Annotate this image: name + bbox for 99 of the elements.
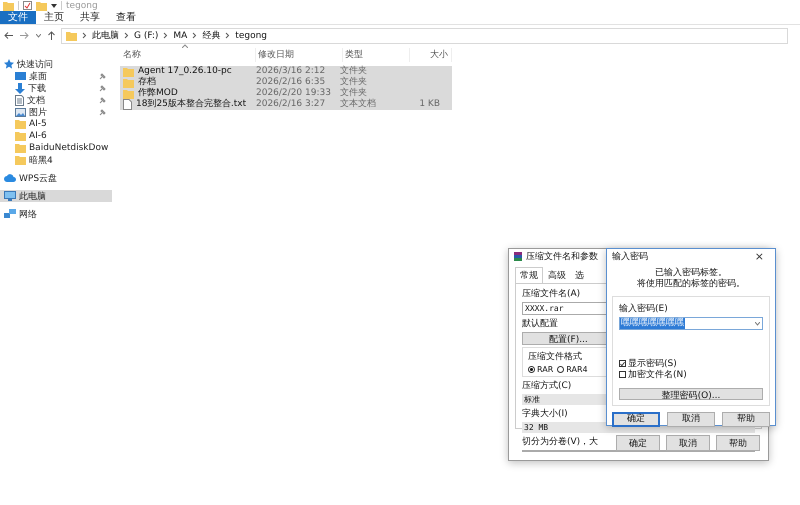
caret-icon[interactable]: [36, 34, 41, 38]
ribbon-tab[interactable]: 文件: [0, 11, 36, 24]
forward-arrow-icon[interactable]: [20, 32, 29, 39]
file-type: 文件夹: [340, 88, 368, 98]
star-icon: [4, 59, 14, 69]
dialog-title: 压缩文件名和参数: [526, 250, 598, 263]
format-radio[interactable]: RAR: [528, 365, 554, 374]
dialog-button[interactable]: 确定: [612, 412, 660, 427]
sidebar-item[interactable]: 图片: [0, 106, 112, 118]
dropdown-icon[interactable]: [51, 4, 57, 8]
dialog-button[interactable]: 取消: [666, 435, 710, 451]
dialog-button[interactable]: 帮助: [722, 412, 770, 427]
file-type: 文件夹: [340, 77, 368, 88]
chevron-right-icon: [82, 32, 87, 39]
chevron-right-icon: [124, 32, 129, 39]
sidebar-item[interactable]: 网络: [0, 208, 112, 220]
window-title: tegong: [66, 0, 98, 10]
checklist-icon[interactable]: [23, 1, 32, 10]
option-checkbox[interactable]: 显示密码(S): [619, 358, 763, 369]
group-label: 压缩文件格式: [528, 350, 582, 363]
folder-icon: [66, 30, 77, 40]
file-name: Agent 17_0.26.10-pc: [138, 66, 232, 76]
file-row[interactable]: 18到25版本整合完整合.txt 2026/2/16 3:27 文本文档 1 KB: [120, 99, 452, 110]
chevron-right-icon: [163, 32, 168, 39]
sidebar-item[interactable]: 下载: [0, 82, 112, 94]
pin-icon[interactable]: [99, 73, 106, 80]
modified-date: 2026/2/20 19:33: [256, 88, 332, 99]
organize-button[interactable]: 整理密码(O)...: [619, 388, 763, 400]
document-icon: [15, 94, 24, 106]
sidebar-item[interactable]: WPS云盘: [0, 172, 112, 184]
dialog-button[interactable]: 取消: [667, 412, 715, 427]
folder-icon: [36, 0, 47, 10]
file-type: 文件夹: [340, 66, 368, 76]
column-header[interactable]: 类型: [343, 48, 410, 62]
option-checkbox[interactable]: 加密文件名(N): [619, 369, 763, 380]
format-radio[interactable]: RAR4: [557, 365, 588, 374]
desktop-icon: [15, 72, 26, 80]
ribbon-tab[interactable]: 主页: [36, 11, 72, 24]
text-file-icon: [123, 99, 132, 110]
sidebar-item[interactable]: 桌面: [0, 70, 112, 82]
ribbon-tab[interactable]: 查看: [108, 11, 144, 24]
file-name: 作弊MOD: [138, 88, 178, 98]
file-name: 存档: [138, 77, 156, 88]
field-label: 压缩文件名(A): [522, 288, 580, 300]
checkmark-icon: [620, 360, 625, 366]
picture-frame-icon: [15, 108, 26, 116]
modified-date: 2026/2/16 3:27: [256, 99, 326, 110]
folder-icon: [15, 143, 26, 153]
back-arrow-icon[interactable]: [4, 32, 13, 39]
file-type: 文本文档: [340, 99, 377, 110]
file-row[interactable]: 存档 2026/2/16 6:35 文件夹: [120, 77, 452, 88]
column-header[interactable]: 修改日期: [256, 48, 343, 62]
folder-icon: [15, 119, 26, 129]
password-combo[interactable]: 嘿嘿嘿嘿嘿嘿嘿: [619, 317, 763, 330]
network-icon: [4, 209, 16, 219]
message-line: 将使用匹配的标签的密码。: [636, 279, 746, 290]
dialog-tab[interactable]: 常规: [515, 267, 543, 283]
cloud-icon: [4, 174, 16, 182]
sidebar-item[interactable]: AI-5: [0, 118, 112, 130]
modified-date: 2026/2/16 6:35: [256, 77, 326, 88]
pin-icon[interactable]: [99, 109, 106, 116]
sidebar-item[interactable]: 文档: [0, 94, 112, 106]
dialog-button[interactable]: 帮助: [716, 435, 760, 451]
monitor-icon: [4, 191, 16, 201]
sidebar-item[interactable]: AI-6: [0, 130, 112, 142]
pin-icon[interactable]: [99, 85, 106, 92]
modified-date: 2026/3/16 2:12: [256, 66, 326, 77]
pin-icon[interactable]: [99, 97, 106, 104]
field-label: 输入密码(E): [619, 302, 668, 315]
field-label: 切分为分卷(V)，大: [522, 436, 598, 448]
sidebar-item[interactable]: 快速访问: [0, 58, 112, 70]
sidebar-item[interactable]: BaiduNetdiskDow: [0, 142, 112, 154]
down-arrow-icon: [15, 82, 25, 94]
books-icon: [514, 252, 522, 261]
field-label: 压缩方式(C): [522, 380, 572, 392]
file-name: 18到25版本整合完整合.txt: [136, 99, 246, 110]
folder-icon: [15, 131, 26, 141]
ribbon-tab[interactable]: 共享: [72, 11, 108, 24]
file-size: 1 KB: [418, 99, 441, 110]
dialog-tab[interactable]: 选: [571, 267, 588, 283]
caret-icon[interactable]: [755, 322, 760, 326]
folder-icon: [15, 155, 26, 165]
file-row[interactable]: Agent 17_0.26.10-pc 2026/3/16 2:12 文件夹: [120, 66, 452, 77]
up-arrow-icon[interactable]: [48, 31, 55, 40]
message-line: 已输入密码标签。: [654, 268, 728, 278]
sidebar-item[interactable]: 暗黑4: [0, 154, 112, 166]
chevron-right-icon: [192, 32, 198, 39]
dialog-title: 输入密码: [612, 250, 648, 263]
dialog-tab[interactable]: 高级: [544, 267, 570, 283]
file-row[interactable]: 作弊MOD 2026/2/20 19:33 文件夹: [120, 88, 452, 99]
column-header[interactable]: 大小: [410, 48, 452, 62]
dialog-button[interactable]: 确定: [616, 435, 660, 451]
column-header[interactable]: 名称: [120, 48, 256, 62]
field-label: 字典大小(I): [522, 408, 568, 420]
field-label: 默认配置: [522, 318, 558, 330]
chevron-right-icon: [225, 32, 230, 39]
address-bar[interactable]: 此电脑 G (F:) MA 经典 tegong: [61, 28, 788, 44]
close-button[interactable]: ×: [748, 249, 770, 264]
sidebar-item[interactable]: 此电脑: [0, 190, 112, 202]
